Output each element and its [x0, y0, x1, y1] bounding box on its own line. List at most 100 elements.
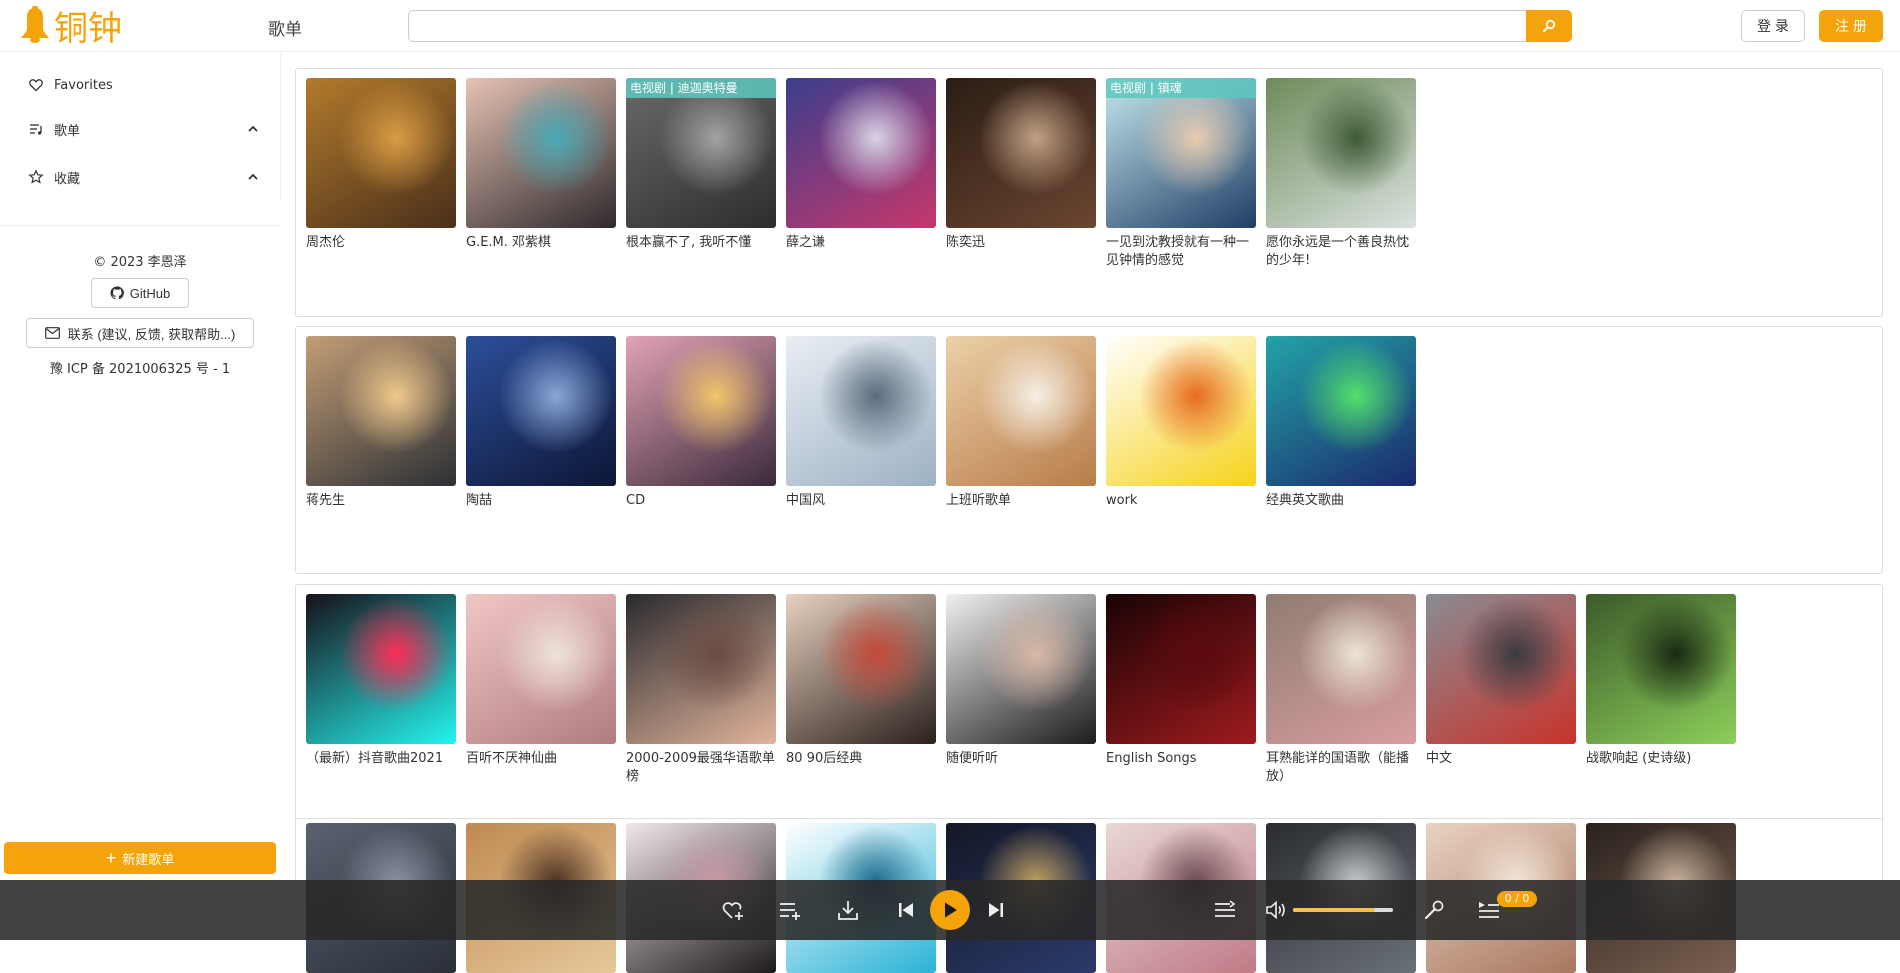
volume-slider[interactable] — [1293, 908, 1393, 912]
play-button[interactable] — [930, 880, 970, 940]
playlist-title[interactable]: 一见到沈教授就有一种一见钟情的感觉 — [1106, 234, 1256, 270]
sidebar-border — [280, 53, 281, 200]
new-playlist-button[interactable]: + 新建歌单 — [4, 842, 276, 874]
playlist-title[interactable]: 根本赢不了, 我听不懂 — [626, 234, 776, 252]
playlist-title[interactable]: 80 90后经典 — [786, 750, 936, 768]
icp-license[interactable]: 豫 ICP 备 2021006325 号 - 1 — [0, 358, 280, 377]
playlist-cover-image[interactable] — [946, 78, 1096, 228]
sidebar-divider — [0, 225, 280, 226]
playlist-card[interactable]: 耳熟能详的国语歌（能播放） — [1266, 594, 1416, 786]
playlist-cover-image[interactable] — [1586, 594, 1736, 744]
search-input[interactable] — [408, 10, 1526, 42]
playlist-title[interactable]: CD — [626, 492, 776, 510]
playlist-cover-image[interactable] — [306, 78, 456, 228]
playlist-cover-image[interactable] — [786, 594, 936, 744]
playlist-cover-image[interactable] — [1266, 594, 1416, 744]
contact-button[interactable]: 联系 (建议, 反馈, 获取帮助...) — [26, 318, 254, 348]
download-button[interactable] — [834, 880, 862, 940]
playlist-card[interactable]: CD — [626, 336, 776, 510]
playlist-title[interactable]: 蒋先生 — [306, 492, 456, 510]
playlist-card[interactable]: 80 90后经典 — [786, 594, 936, 768]
playlist-cover-image[interactable] — [1266, 336, 1416, 486]
playlist-title[interactable]: 经典英文歌曲 — [1266, 492, 1416, 510]
chevron-up-icon[interactable] — [246, 122, 260, 136]
playlist-card[interactable]: 中国风 — [786, 336, 936, 510]
login-button[interactable]: 登 录 — [1741, 10, 1805, 42]
playlist-card[interactable]: work — [1106, 336, 1256, 510]
playlist-cover-image[interactable] — [626, 336, 776, 486]
playlist-title[interactable]: 随便听听 — [946, 750, 1096, 768]
logo[interactable]: 铜钟 — [18, 5, 122, 49]
playlist-card[interactable]: 周杰伦 — [306, 78, 456, 252]
playlist-cover-image[interactable] — [786, 78, 936, 228]
playlist-cover-image[interactable] — [1266, 78, 1416, 228]
playlist-card[interactable]: 蒋先生 — [306, 336, 456, 510]
add-to-playlist-button[interactable] — [776, 880, 804, 940]
playlist-title[interactable]: 陶喆 — [466, 492, 616, 510]
playlist-title[interactable]: work — [1106, 492, 1256, 510]
search-button[interactable] — [1526, 10, 1572, 42]
like-button[interactable] — [720, 880, 748, 940]
playlist-title[interactable]: 陈奕迅 — [946, 234, 1096, 252]
github-button[interactable]: GitHub — [91, 278, 189, 308]
playlist-card[interactable]: English Songs — [1106, 594, 1256, 768]
playlist-card[interactable]: G.E.M. 邓紫棋 — [466, 78, 616, 252]
playlist-cover-image[interactable] — [946, 336, 1096, 486]
playlist-card[interactable]: 电视剧 | 镇魂一见到沈教授就有一种一见钟情的感觉 — [1106, 78, 1256, 270]
playlist-title[interactable]: 2000-2009最强华语歌单榜 — [626, 750, 776, 786]
playlist-cover-image[interactable]: 电视剧 | 迪迦奥特曼 — [626, 78, 776, 228]
playlist-title[interactable]: 战歌响起 (史诗级) — [1586, 750, 1736, 768]
next-button[interactable] — [986, 880, 1006, 940]
play-mode-button[interactable] — [1212, 880, 1238, 940]
playlist-cover-image[interactable]: 电视剧 | 镇魂 — [1106, 78, 1256, 228]
playlist-cover-image[interactable] — [306, 336, 456, 486]
playlist-card[interactable]: 经典英文歌曲 — [1266, 336, 1416, 510]
playlist-title[interactable]: 薛之谦 — [786, 234, 936, 252]
chevron-up-icon[interactable] — [246, 170, 260, 184]
playlist-cover-image[interactable] — [1106, 594, 1256, 744]
playlist-card[interactable]: 陶喆 — [466, 336, 616, 510]
playlist-card[interactable]: 电视剧 | 迪迦奥特曼根本赢不了, 我听不懂 — [626, 78, 776, 252]
playlist-card[interactable]: 上班听歌单 — [946, 336, 1096, 510]
playlist-card[interactable]: 百听不厌神仙曲 — [466, 594, 616, 768]
nav-playlist-title[interactable]: 歌单 — [268, 15, 302, 40]
sidebar-item-collections[interactable]: 收藏 — [0, 157, 280, 197]
playlist-title[interactable]: 上班听歌单 — [946, 492, 1096, 510]
playlist-title[interactable]: G.E.M. 邓紫棋 — [466, 234, 616, 252]
playlist-title[interactable]: 耳熟能详的国语歌（能播放） — [1266, 750, 1416, 786]
previous-button[interactable] — [896, 880, 916, 940]
queue-button[interactable] — [1476, 880, 1502, 940]
playlist-card[interactable]: 薛之谦 — [786, 78, 936, 252]
playlist-card[interactable]: 陈奕迅 — [946, 78, 1096, 252]
playlist-card[interactable]: 中文 — [1426, 594, 1576, 768]
sidebar-item-favorites[interactable]: Favorites — [0, 65, 280, 105]
playlist-title[interactable]: 中国风 — [786, 492, 936, 510]
playlist-title[interactable]: 愿你永远是一个善良热忱的少年! — [1266, 234, 1416, 270]
playlist-cover-image[interactable] — [1426, 594, 1576, 744]
playlist-card[interactable]: 随便听听 — [946, 594, 1096, 768]
playlist-title[interactable]: 百听不厌神仙曲 — [466, 750, 616, 768]
playlist-cover-image[interactable] — [306, 594, 456, 744]
volume-button[interactable] — [1264, 880, 1290, 940]
playlist-cover-image[interactable] — [466, 594, 616, 744]
plus-icon: + — [105, 848, 117, 868]
playlist-cover-image[interactable] — [466, 336, 616, 486]
play-icon — [945, 902, 957, 918]
playlist-cover-image[interactable] — [946, 594, 1096, 744]
playlist-cover-image[interactable] — [1106, 336, 1256, 486]
playlist-title[interactable]: （最新）抖音歌曲2021 — [306, 750, 456, 768]
playlist-title[interactable]: 中文 — [1426, 750, 1576, 768]
sidebar-item-playlists[interactable]: 歌单 — [0, 109, 280, 149]
lyrics-button[interactable] — [1422, 880, 1446, 940]
playlist-card[interactable]: 战歌响起 (史诗级) — [1586, 594, 1736, 768]
playlist-card[interactable]: 愿你永远是一个善良热忱的少年! — [1266, 78, 1416, 270]
playlist-cover-image[interactable] — [466, 78, 616, 228]
playlist-cover-image[interactable] — [626, 594, 776, 744]
playlist-title[interactable]: English Songs — [1106, 750, 1256, 768]
playlist-cover-image[interactable] — [786, 336, 936, 486]
shuffle-list-icon — [1215, 900, 1236, 917]
register-button[interactable]: 注 册 — [1819, 10, 1883, 42]
playlist-card[interactable]: 2000-2009最强华语歌单榜 — [626, 594, 776, 786]
playlist-card[interactable]: （最新）抖音歌曲2021 — [306, 594, 456, 768]
playlist-title[interactable]: 周杰伦 — [306, 234, 456, 252]
